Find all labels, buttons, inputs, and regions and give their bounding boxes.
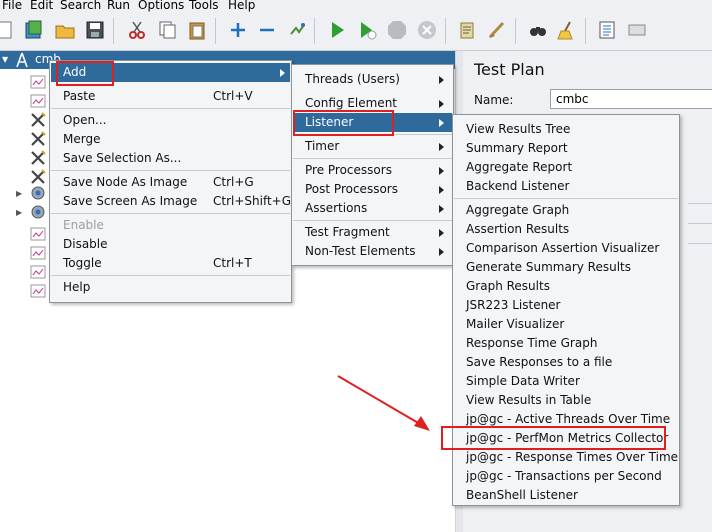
toolbar-separator	[445, 18, 446, 44]
tools-icon[interactable]	[30, 169, 46, 185]
stop-icon[interactable]	[386, 19, 408, 41]
menu-item-threads[interactable]: Threads (Users)	[293, 70, 452, 89]
menu-item-post-processors[interactable]: Post Processors	[293, 180, 452, 199]
toggle-icon[interactable]	[286, 19, 308, 41]
name-field[interactable]	[550, 89, 712, 109]
graph-listener-icon[interactable]	[30, 226, 46, 242]
menu-separator	[51, 108, 290, 109]
menu-separator	[454, 198, 678, 199]
menu-item-jsr223-listener[interactable]: JSR223 Listener	[454, 296, 678, 315]
shutdown-icon[interactable]	[416, 19, 438, 41]
collapse-icon[interactable]	[256, 19, 278, 41]
graph-listener-icon[interactable]	[30, 264, 46, 280]
expand-arrow-icon[interactable]: ▶	[16, 208, 22, 217]
menu-item-save-node-image[interactable]: Save Node As Image Ctrl+G	[51, 173, 290, 192]
menu-item-open[interactable]: Open...	[51, 111, 290, 130]
menu-item-merge[interactable]: Merge	[51, 130, 290, 149]
menu-item-save-responses[interactable]: Save Responses to a file	[454, 353, 678, 372]
function-helper-icon[interactable]	[596, 19, 618, 41]
menu-item-view-results-table[interactable]: View Results in Table	[454, 391, 678, 410]
menu-item-response-time-graph[interactable]: Response Time Graph	[454, 334, 678, 353]
collapse-arrow-icon[interactable]: ▼	[2, 55, 8, 64]
menu-item-summary-report[interactable]: Summary Report	[454, 139, 678, 158]
menu-item-backend-listener[interactable]: Backend Listener	[454, 177, 678, 196]
new-icon[interactable]	[0, 19, 16, 41]
copy-icon[interactable]	[156, 19, 178, 41]
table-divider	[688, 243, 712, 244]
expand-arrow-icon[interactable]: ▶	[16, 189, 22, 198]
menu-item-mailer-visualizer[interactable]: Mailer Visualizer	[454, 315, 678, 334]
clear-icon[interactable]	[556, 19, 578, 41]
thread-group-gear-icon[interactable]	[30, 185, 46, 201]
menu-item-pre-processors[interactable]: Pre Processors	[293, 161, 452, 180]
menu-item-beanshell-listener[interactable]: BeanShell Listener	[454, 486, 678, 505]
tools-icon[interactable]	[30, 150, 46, 166]
menu-item-transactions-per-second[interactable]: jp@gc - Transactions per Second	[454, 467, 678, 486]
help-icon[interactable]	[626, 19, 648, 41]
graph-listener-icon[interactable]	[30, 93, 46, 109]
add-submenu: Threads (Users) Config Element Listener …	[291, 64, 454, 266]
table-divider	[688, 223, 712, 224]
menu-item-help[interactable]: Help	[51, 278, 290, 297]
name-label: Name:	[474, 93, 514, 107]
save-icon[interactable]	[84, 19, 106, 41]
paste-icon[interactable]	[186, 19, 208, 41]
remote-clear-icon[interactable]	[486, 19, 508, 41]
menu-item-save-screen-image[interactable]: Save Screen As Image Ctrl+Shift+G	[51, 192, 291, 211]
expand-icon[interactable]	[227, 19, 249, 41]
search-icon[interactable]	[527, 19, 549, 41]
menu-item-toggle[interactable]: Toggle Ctrl+T	[51, 254, 290, 273]
menu-item-assertions[interactable]: Assertions	[293, 199, 452, 218]
start-no-pauses-icon[interactable]	[356, 19, 378, 41]
menu-bar: File Edit Search Run Options Tools Help	[0, 0, 712, 12]
toolbar-separator	[314, 18, 315, 44]
menu-item-view-results-tree[interactable]: View Results Tree	[454, 120, 678, 139]
menu-item-paste[interactable]: Paste Ctrl+V	[51, 87, 290, 106]
toolbar-separator	[215, 18, 216, 44]
menu-item-comparison-assertion[interactable]: Comparison Assertion Visualizer	[454, 239, 678, 258]
graph-listener-icon[interactable]	[30, 74, 46, 90]
menu-item-response-times-over-time[interactable]: jp@gc - Response Times Over Time	[454, 448, 678, 467]
graph-listener-icon[interactable]	[30, 245, 46, 261]
start-icon[interactable]	[326, 19, 348, 41]
menu-item-assertion-results[interactable]: Assertion Results	[454, 220, 678, 239]
highlight-box-add	[56, 61, 114, 86]
context-menu: Add Paste Ctrl+V Open... Merge Save Sele…	[49, 60, 292, 303]
graph-listener-icon[interactable]	[30, 283, 46, 299]
menu-separator	[51, 213, 290, 214]
menu-item-graph-results[interactable]: Graph Results	[454, 277, 678, 296]
menu-separator	[51, 275, 290, 276]
menu-item-test-fragment[interactable]: Test Fragment	[293, 223, 452, 242]
menu-item-aggregate-graph[interactable]: Aggregate Graph	[454, 201, 678, 220]
toolbar	[0, 12, 712, 51]
menu-separator	[51, 170, 290, 171]
test-plan-icon	[14, 52, 30, 68]
menu-item-non-test-elements[interactable]: Non-Test Elements	[293, 242, 452, 261]
toolbar-separator	[515, 18, 516, 44]
menu-separator	[293, 158, 452, 159]
menu-item-enable: Enable	[63, 218, 104, 232]
menu-item-generate-summary[interactable]: Generate Summary Results	[454, 258, 678, 277]
remote-start-icon[interactable]	[456, 19, 478, 41]
panel-title: Test Plan	[474, 60, 545, 79]
menu-separator	[293, 220, 452, 221]
menu-item-disable[interactable]: Disable	[51, 235, 290, 254]
menu-item-simple-data-writer[interactable]: Simple Data Writer	[454, 372, 678, 391]
table-divider	[688, 203, 712, 204]
highlight-box-perfmon	[441, 426, 666, 450]
open-icon[interactable]	[54, 19, 76, 41]
thread-group-gear-icon[interactable]	[30, 204, 46, 220]
templates-icon[interactable]	[23, 19, 45, 41]
toolbar-separator	[113, 18, 114, 44]
menu-item-save-selection[interactable]: Save Selection As...	[51, 149, 290, 168]
menu-item-aggregate-report[interactable]: Aggregate Report	[454, 158, 678, 177]
menu-item-timer[interactable]: Timer	[293, 137, 452, 156]
toolbar-separator	[585, 18, 586, 44]
tools-icon[interactable]	[30, 131, 46, 147]
highlight-box-listener	[293, 110, 394, 136]
cut-icon[interactable]	[126, 19, 148, 41]
tools-icon[interactable]	[30, 112, 46, 128]
